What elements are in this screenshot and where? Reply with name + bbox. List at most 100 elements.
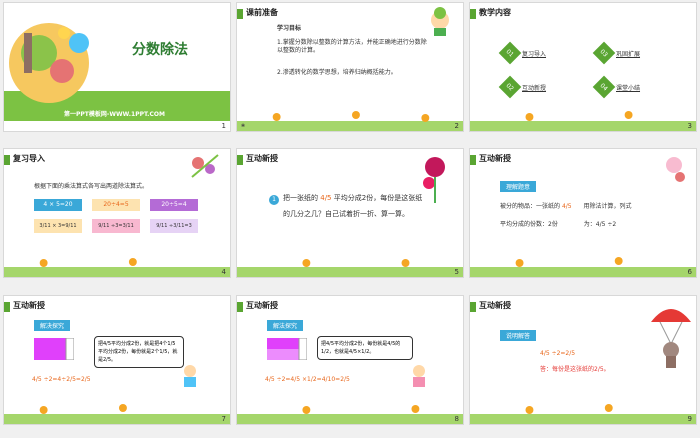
slide-number: 2: [454, 122, 459, 130]
grass-footer-art: [470, 257, 696, 277]
fraction-strip-diagram: [34, 338, 74, 360]
solution-formula: 4/5 ÷2=4÷2/5=2/5: [32, 376, 91, 383]
flower-decoration-icon: [191, 154, 219, 178]
explanation-text-a: 被分的物品：一张纸的: [500, 203, 561, 210]
slide-header: 互动新授: [13, 301, 45, 310]
child-character-icon: [184, 365, 196, 387]
slide-number: 9: [687, 415, 692, 423]
content-item-1: 01 复习导入: [498, 41, 547, 65]
slide-thumbnail-4[interactable]: 复习导入 根据下面的乘法算式各写出两道除法算式。 4 × 5=20 20÷4=5…: [3, 148, 231, 278]
fraction-strip-diagram: [267, 338, 307, 360]
section-tag: 解法探究: [267, 320, 304, 331]
slide-number: 5: [454, 268, 459, 276]
slide-number: 1: [221, 122, 226, 130]
item-number-badge: 04: [592, 75, 616, 99]
equation-box-2: 20÷4=5: [92, 199, 140, 211]
explanation-line-2: 平均分成的份数：2份 为：4/5 ÷2: [500, 219, 616, 228]
equation-box-3: 20÷5=4: [150, 199, 198, 211]
section-tag: 解决探究: [34, 320, 71, 331]
content-item-3: 03 巩固扩展: [592, 41, 641, 65]
exercise-prompt: 根据下面的乘法算式各写出两道除法算式。: [34, 183, 149, 190]
goal-point-1: 1.掌握分数除以整数的计算方法，并能正确地进行分数除以整数的计算。: [277, 39, 427, 54]
explanation-text-c: 平均分成的份数：2份: [500, 221, 558, 228]
header-bar: [4, 155, 10, 165]
equation-box-5: 9/11 ÷3=3/11: [92, 219, 140, 233]
header-bar: [237, 155, 243, 165]
explanation-text-b: 用除法计算，列式: [583, 203, 632, 210]
question-line-2: 的几分之几？自己试着折一折、算一算。: [283, 210, 409, 218]
answer-text: 答：每份是这张纸的2/5。: [540, 366, 610, 373]
content-item-4: 04 课堂小结: [592, 75, 641, 99]
slide-thumbnail-6[interactable]: 互动新授 理解题意 被分的物品：一张纸的 4/5 用除法计算，列式 平均分成的份…: [469, 148, 697, 278]
question-fraction: 4/5: [320, 194, 332, 202]
explanation-fraction: 4/5: [561, 203, 572, 210]
equation-box-6: 9/11 ÷3/11=3: [150, 219, 198, 233]
grass-footer-art: [4, 404, 230, 424]
slide-number: 6: [687, 268, 692, 276]
grass-footer-art: [470, 404, 696, 424]
grass-footer-art: [4, 258, 230, 277]
grass-footer-art: [237, 259, 463, 277]
slide-thumbnail-9[interactable]: 互动新授 说明解答 4/5 ÷2=2/5 答：每份是这张纸的2/5。 9: [469, 295, 697, 425]
item-label: 课堂小结: [616, 84, 641, 92]
slide-title: 分数除法: [132, 42, 188, 58]
section-tag: 理解题意: [500, 181, 537, 192]
explanation-line-1: 被分的物品：一张纸的 4/5 用除法计算，列式: [500, 201, 632, 210]
section-tag: 说明解答: [500, 330, 537, 341]
slide-thumbnail-1[interactable]: 分数除法 第一PPT模板网-WWW.1PPT.COM 1: [3, 2, 231, 132]
header-bar: [237, 302, 243, 312]
goal-point-2: 2.渗透转化的数学思想，培养归纳概括能力。: [277, 69, 397, 76]
item-number-badge: 03: [592, 41, 616, 65]
question-text-a: 把一张纸的: [283, 194, 318, 202]
slide-thumbnail-7[interactable]: 互动新授 解决探究 把4/5平均分成2份，就是把4个1/5平均分成2份，每份就是…: [3, 295, 231, 425]
parachute-reindeer-icon: [651, 309, 691, 368]
solution-formula: 4/5 ÷2=2/5: [540, 350, 576, 357]
flower-decoration-icon: [666, 157, 685, 182]
slide-sorter-grid: 分数除法 第一PPT模板网-WWW.1PPT.COM 1 课前准备 学习目标 1…: [0, 0, 700, 438]
speech-bubble: 把4/5平均分成2份，每份就是4/5的1/2，也就是4/5×1/2。: [317, 336, 413, 360]
header-bar: [470, 155, 476, 165]
slide-number: 8: [454, 415, 459, 423]
slide-number: 4: [221, 268, 226, 276]
slide-footer: 第一PPT模板网-WWW.1PPT.COM: [64, 111, 165, 118]
slide-thumbnail-8[interactable]: 互动新授 解法探究 把4/5平均分成2份，每份就是4/5的1/2，也就是4/5×…: [236, 295, 464, 425]
header-bar: [470, 302, 476, 312]
question-text-b: 平均分成2份，每份是这张纸: [333, 194, 423, 202]
slide-number: 7: [221, 415, 226, 423]
slide-thumbnail-3[interactable]: 教学内容 01 复习导入 03 巩固扩展 02 互动新授 04 课堂小结 3: [469, 2, 697, 132]
explanation-text-d: 为：4/5 ÷2: [583, 221, 617, 228]
slide-number: 3: [687, 122, 692, 130]
item-number-badge: 01: [498, 41, 522, 65]
grass-footer-art: [237, 405, 463, 424]
equation-box-1: 4 × 5=20: [34, 199, 82, 211]
header-bar: [470, 9, 476, 19]
question-line-1: 把一张纸的 4/5 平均分成2份，每份是这张纸: [283, 193, 422, 203]
item-number-badge: 02: [498, 75, 522, 99]
speech-bubble: 把4/5平均分成2份，就是把4个1/5平均分成2份，每份就是2个1/5，就是2/…: [94, 336, 184, 368]
flower-decoration-icon: [423, 157, 445, 203]
logo-mark-icon: ❀: [241, 123, 246, 129]
slide-header: 互动新授: [479, 301, 511, 310]
slide-header: 教学内容: [479, 8, 511, 17]
slide-header: 互动新授: [246, 154, 278, 163]
content-item-2: 02 互动新授: [498, 75, 547, 99]
header-bar: [4, 302, 10, 312]
slide-header: 互动新授: [246, 301, 278, 310]
solution-formula: 4/5 ÷2=4/5 ×1/2=4/10=2/5: [265, 376, 350, 383]
item-label: 巩固扩展: [616, 50, 641, 58]
slide-header: 互动新授: [479, 154, 511, 163]
grass-footer-art: [470, 111, 696, 131]
equation-box-4: 3/11 × 3=9/11: [34, 219, 82, 233]
grass-footer-art: [237, 111, 463, 131]
slide-thumbnail-2[interactable]: 课前准备 学习目标 1.掌握分数除以整数的计算方法，并能正确地进行分数除以整数的…: [236, 2, 464, 132]
header-bar: [237, 9, 243, 19]
slide-subheader: 学习目标: [277, 25, 302, 32]
cartoon-character-icon: [431, 7, 449, 36]
slide-thumbnail-5[interactable]: 互动新授 1 把一张纸的 4/5 平均分成2份，每份是这张纸 的几分之几？自己试…: [236, 148, 464, 278]
item-label: 复习导入: [522, 50, 547, 58]
child-character-icon: [413, 365, 425, 387]
slide-header: 复习导入: [13, 154, 45, 163]
item-label: 互动新授: [522, 84, 547, 92]
question-badge: 1: [269, 195, 279, 205]
slide-header: 课前准备: [246, 8, 278, 17]
